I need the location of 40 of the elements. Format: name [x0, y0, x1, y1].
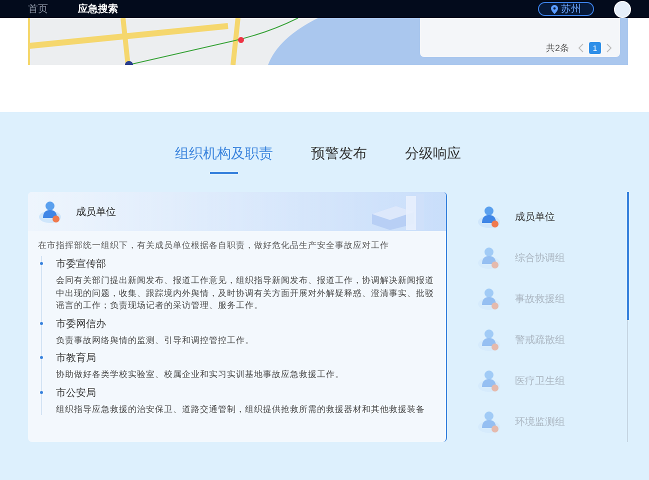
timeline-dot [40, 390, 43, 394]
unit-name: 市委宣传部 [56, 258, 107, 272]
timeline-dot [40, 262, 43, 265]
next-page-icon[interactable] [606, 42, 612, 54]
scrollbar[interactable] [627, 192, 628, 442]
unit-duty: 负责事故网络舆情的监测、引导和调控管控工作。 [56, 334, 255, 346]
sidebar-item[interactable]: 警戒疏散组 [477, 319, 628, 360]
person-badge-icon [477, 204, 503, 230]
pin-icon [551, 4, 558, 14]
unit-duty: 会同有关部门提出新闻发布、报道工作意见，组织指导新闻发布、报道工作，协调解决新闻报道中出现的问题，收集、跟踪境内外舆情，及时协调有关方面开展对外解疑释惑、澄清事实、批驳谣言的工作；负责现场记者的采访管理、服务工作。 [56, 274, 435, 312]
unit-name: 市委网信办 [56, 318, 107, 332]
card-title: 成员单位 [76, 206, 116, 218]
sidebar-item[interactable]: 事故救援组 [477, 278, 628, 319]
avatar[interactable] [614, 0, 631, 18]
person-badge-icon [477, 326, 503, 352]
sidebar-item[interactable]: 环境监测组 [477, 401, 628, 442]
person-badge-icon [477, 286, 503, 312]
tab[interactable]: 预警发布 [311, 144, 367, 174]
prev-page-icon[interactable] [578, 42, 584, 54]
nav-link[interactable]: 应急搜索 [78, 2, 118, 16]
sidebar-item[interactable]: 成员单位 [477, 196, 628, 237]
tab[interactable]: 组织机构及职责 [175, 144, 273, 174]
person-badge-icon [477, 368, 503, 394]
sidebar-item[interactable]: 综合协调组 [477, 237, 628, 278]
nav-link[interactable]: 首页 [28, 2, 48, 16]
unit-duty: 协助做好各类学校实验室、校属企业和实习实训基地事故应急救援工作。 [56, 368, 345, 380]
person-badge-icon [38, 198, 64, 224]
unit-name: 市公安局 [56, 386, 97, 400]
timeline-dot [40, 322, 43, 324]
person-badge-icon [477, 408, 503, 434]
person-badge-icon [477, 244, 503, 270]
tab[interactable]: 分级响应 [405, 144, 461, 174]
total-count: 共2条 [546, 42, 569, 54]
intro-text: 在市指挥部统一组织下，有关成员单位根据各自职责，做好危化品生产安全事故应对工作 [38, 239, 390, 252]
unit-name: 市教育局 [56, 352, 97, 366]
location-button[interactable]: 苏州 [538, 2, 594, 16]
unit-duty: 组织指导应急救援的治安保卫、道路交通管制，组织提供抢救所需的救援器材和其他救援装备 [56, 402, 426, 415]
sidebar-item[interactable]: 医疗卫生组 [477, 360, 628, 401]
page-button[interactable]: 1 [589, 42, 601, 54]
timeline-dot [40, 356, 43, 359]
